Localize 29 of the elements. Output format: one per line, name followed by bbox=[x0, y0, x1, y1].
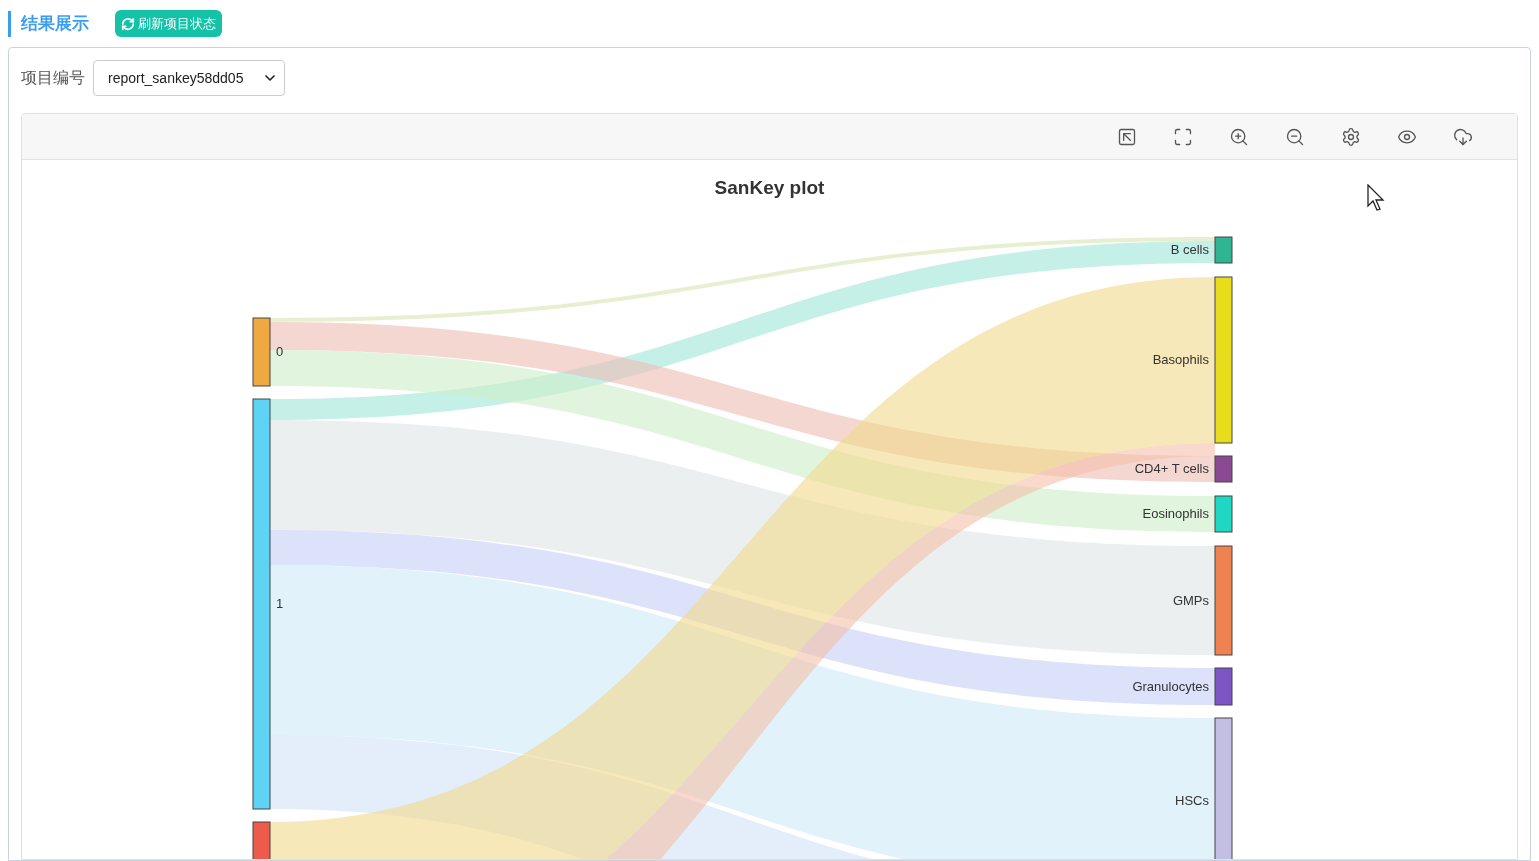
sankey-node[interactable] bbox=[1214, 495, 1233, 533]
sankey-node[interactable] bbox=[1214, 276, 1233, 444]
node-label: CD4+ T cells bbox=[1134, 461, 1209, 476]
sankey-node[interactable] bbox=[1214, 667, 1233, 706]
node-label: 1 bbox=[276, 596, 284, 611]
section-title: 结果展示 bbox=[8, 10, 89, 37]
project-select[interactable]: report_sankey58dd05 bbox=[93, 60, 285, 96]
sankey-node[interactable] bbox=[252, 398, 271, 810]
sankey-node[interactable] bbox=[252, 317, 271, 387]
node-label: Granulocytes bbox=[1132, 678, 1209, 694]
project-label: 项目编号 bbox=[21, 68, 85, 88]
settings-icon[interactable] bbox=[1341, 126, 1361, 147]
zoom-out-icon[interactable] bbox=[1285, 126, 1305, 147]
fullscreen-icon[interactable] bbox=[1173, 126, 1193, 147]
zoom-in-icon[interactable] bbox=[1229, 126, 1249, 147]
node-label: HSCs bbox=[1175, 793, 1209, 808]
node-label: Basophils bbox=[1152, 352, 1209, 367]
node-label: GMPs bbox=[1172, 592, 1209, 608]
chart-title: SanKey plot bbox=[714, 176, 825, 200]
node-label: 0 bbox=[276, 344, 284, 359]
node-label: Eosinophils bbox=[1142, 506, 1209, 521]
cloud-download-icon[interactable] bbox=[1453, 126, 1473, 147]
refresh-icon bbox=[121, 16, 135, 31]
cursor-icon bbox=[1367, 184, 1387, 212]
sankey-node[interactable] bbox=[1214, 545, 1233, 656]
node-label: B cells bbox=[1170, 242, 1209, 257]
sankey-node[interactable] bbox=[1214, 236, 1233, 264]
restore-icon[interactable] bbox=[1117, 126, 1137, 147]
sankey-node[interactable] bbox=[1214, 455, 1233, 483]
